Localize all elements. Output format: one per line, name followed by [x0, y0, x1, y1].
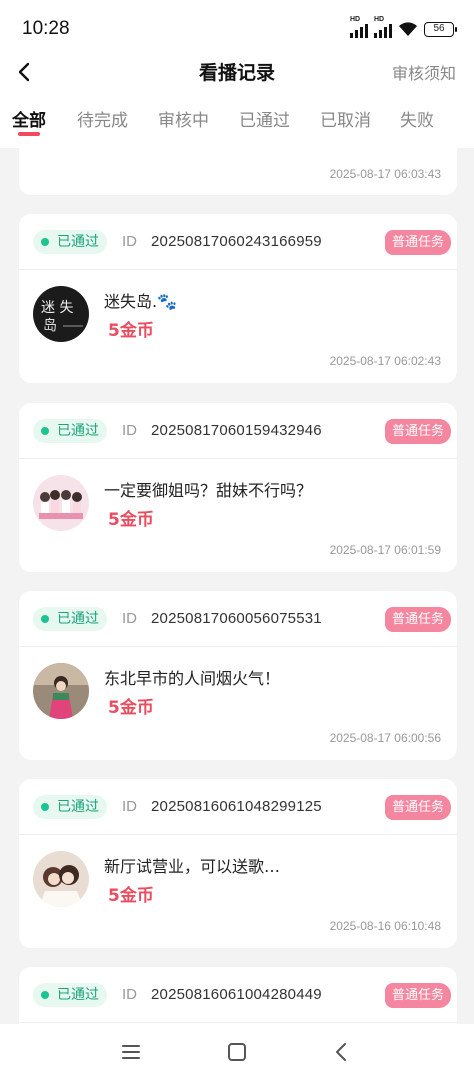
room-name: 东北早市的人间烟火气！: [104, 669, 281, 688]
record-id: 20250817060159432946: [151, 422, 322, 439]
record-card[interactable]: 已通过 ID 20250817060243166959 普通任务 迷 失 岛 迷…: [19, 214, 457, 383]
home-icon[interactable]: [225, 1040, 249, 1064]
record-time: 2025-08-17 06:03:43: [329, 167, 441, 181]
record-card[interactable]: 已通过 ID 20250816061048299125 普通任务 新厅试营业，可…: [19, 779, 457, 948]
status-tabs: 全部 待完成 审核中 已通过 已取消 失败: [0, 100, 474, 148]
record-time: 2025-08-17 06:02:43: [329, 354, 441, 368]
streamer-avatar: [33, 475, 89, 531]
record-id: 20250816061048299125: [151, 798, 322, 815]
streamer-avatar: [33, 851, 89, 907]
svg-text:岛: 岛: [43, 318, 57, 334]
record-time: 2025-08-17 06:00:56: [329, 731, 441, 745]
record-list[interactable]: 2025-08-17 06:03:43 已通过 ID 2025081706024…: [0, 148, 474, 1024]
wifi-icon: [399, 22, 417, 36]
task-type-badge: 普通任务: [384, 607, 451, 632]
tab-all[interactable]: 全部: [12, 106, 46, 131]
status-badge: 已通过: [33, 795, 107, 819]
reward-amount: 5金币: [108, 321, 154, 341]
status-badge: 已通过: [33, 607, 107, 631]
back-icon[interactable]: [330, 1040, 354, 1064]
streamer-avatar: [33, 663, 89, 719]
reward-amount: 5金币: [108, 886, 154, 906]
review-notice-link[interactable]: 审核须知: [392, 60, 456, 84]
tab-approved[interactable]: 已通过: [239, 106, 290, 131]
task-type-badge: 普通任务: [384, 795, 451, 820]
record-card[interactable]: 已通过 ID 20250817060056075531 普通任务 东北早市的人间…: [19, 591, 457, 760]
task-type-badge: 普通任务: [384, 230, 451, 255]
reward-amount: 5金币: [108, 510, 154, 530]
record-id: 20250816061004280449: [151, 986, 322, 1003]
record-time: 2025-08-17 06:01:59: [329, 543, 441, 557]
status-badge: 已通过: [33, 983, 107, 1007]
signal-icon-2: HD: [374, 16, 392, 38]
reward-amount: 5金币: [108, 698, 154, 718]
system-nav-bar: [0, 1024, 474, 1080]
id-label: ID: [122, 610, 137, 627]
status-badge: 已通过: [33, 419, 107, 443]
status-time: 10:28: [22, 18, 70, 39]
record-card[interactable]: 已通过 ID 20250816061004280449 普通任务: [19, 967, 457, 1024]
room-name: 迷失岛.🐾: [104, 292, 178, 311]
task-type-badge: 普通任务: [384, 983, 451, 1008]
record-card[interactable]: 2025-08-17 06:03:43: [19, 148, 457, 195]
tab-failed[interactable]: 失败: [400, 106, 434, 131]
id-label: ID: [122, 798, 137, 815]
id-label: ID: [122, 986, 137, 1003]
svg-text:迷 失: 迷 失: [41, 300, 73, 316]
record-id: 20250817060243166959: [151, 233, 322, 250]
active-tab-indicator: [18, 132, 40, 136]
id-label: ID: [122, 422, 137, 439]
room-name: 一定要御姐吗？甜妹不行吗？: [104, 481, 313, 500]
tab-pending[interactable]: 待完成: [77, 106, 128, 131]
signal-icon: HD: [350, 16, 368, 38]
nav-header: 看播记录 审核须知: [0, 44, 474, 100]
tab-reviewing[interactable]: 审核中: [158, 106, 209, 131]
status-badge: 已通过: [33, 230, 107, 254]
record-time: 2025-08-16 06:10:48: [329, 919, 441, 933]
room-name: 新厅试营业，可以送歌…: [104, 857, 281, 876]
tab-cancelled[interactable]: 已取消: [320, 106, 371, 131]
status-icons: HD HD 56: [350, 16, 457, 38]
task-type-badge: 普通任务: [384, 419, 451, 444]
streamer-avatar: 迷 失 岛: [33, 286, 89, 342]
record-card[interactable]: 已通过 ID 20250817060159432946 普通任务 一定要御姐吗？…: [19, 403, 457, 572]
record-id: 20250817060056075531: [151, 610, 322, 627]
battery-icon: 56: [424, 21, 457, 37]
menu-icon[interactable]: [119, 1040, 143, 1064]
id-label: ID: [122, 233, 137, 250]
